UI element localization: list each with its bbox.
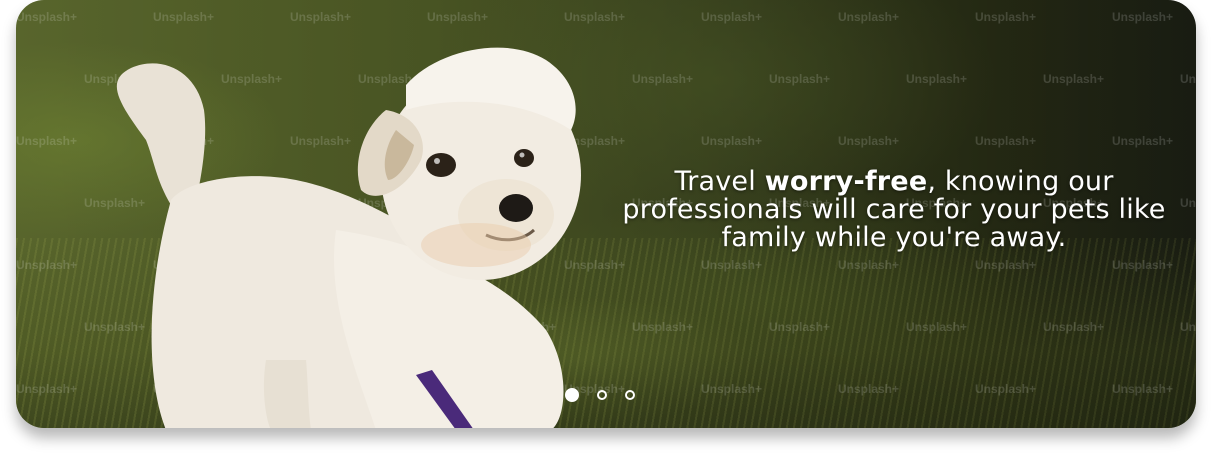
- watermark-text: Unsplash+: [16, 10, 78, 24]
- watermark-text: Unsplash+: [16, 258, 78, 272]
- watermark-text: Unsplash+: [16, 134, 78, 148]
- watermark-text: Unsplash+: [632, 320, 694, 334]
- watermark-text: Unsplash+: [701, 134, 763, 148]
- watermark-text: Unsplash+: [701, 258, 763, 272]
- watermark-text: Unsplash+: [975, 258, 1037, 272]
- watermark-text: Unsplash+: [838, 258, 900, 272]
- tagline-emphasis: worry-free: [764, 166, 928, 197]
- carousel-indicators: [565, 388, 635, 402]
- page: Unsplash+ Unsplash+ Unsplash+ Unsplash+ Unsp…: [0, 0, 1212, 460]
- watermark-text: Unsplash+: [701, 10, 763, 24]
- dog-image: [116, 47, 581, 428]
- watermark-text: Unsplash+: [564, 10, 626, 24]
- watermark-text: Unsplash+: [701, 382, 763, 396]
- watermark-text: Unsplash+: [1180, 196, 1196, 210]
- watermark-text: Unsplash+: [838, 10, 900, 24]
- carousel-dot-2[interactable]: [597, 390, 607, 400]
- carousel-dot-3[interactable]: [625, 390, 635, 400]
- watermark-text: Unsplash+: [906, 72, 968, 86]
- watermark-text: Unsplash+: [975, 10, 1037, 24]
- watermark-text: Unsplash+: [427, 10, 489, 24]
- watermark-text: Unsplash+: [1112, 258, 1174, 272]
- tagline-prefix: Travel: [674, 166, 765, 197]
- watermark-text: Unsplash+: [906, 320, 968, 334]
- carousel-dot-1[interactable]: [565, 388, 579, 402]
- watermark-text: Unsplash+: [1112, 134, 1174, 148]
- hero-banner: Unsplash+ Unsplash+ Unsplash+ Unsplash+ Unsp…: [16, 0, 1196, 428]
- watermark-text: Unsplash+: [1112, 10, 1174, 24]
- watermark-text: Unsplash+: [769, 72, 831, 86]
- watermark-text: Unsplash+: [16, 382, 78, 396]
- watermark-text: Unsplash+: [975, 382, 1037, 396]
- watermark-text: Unsplash+: [838, 134, 900, 148]
- watermark-text: Unsplash+: [1043, 72, 1105, 86]
- watermark-text: Unsplash+: [632, 72, 694, 86]
- watermark-text: Unsplash+: [1112, 382, 1174, 396]
- watermark-text: Unsplash+: [153, 10, 215, 24]
- watermark-text: Unsplash+: [1180, 72, 1196, 86]
- watermark-text: Unsplash+: [838, 382, 900, 396]
- watermark-text: Unsplash+: [769, 320, 831, 334]
- watermark-text: Unsplash+: [1043, 320, 1105, 334]
- watermark-text: Unsplash+: [290, 10, 352, 24]
- watermark-text: Unsplash+: [975, 134, 1037, 148]
- hero-tagline: Travel worry-free, knowing our professio…: [614, 168, 1174, 252]
- watermark-text: Unsplash+: [1180, 320, 1196, 334]
